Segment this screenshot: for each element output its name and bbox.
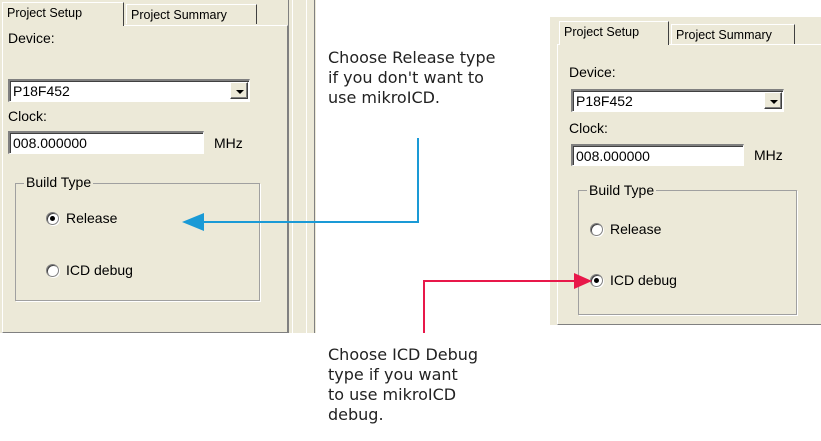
- release-arrow: [182, 138, 419, 231]
- callout-arrows: [182, 138, 592, 333]
- tab-project-setup[interactable]: Project Setup: [559, 21, 669, 45]
- icd-arrow: [423, 273, 592, 333]
- tab-project-setup[interactable]: Project Setup: [2, 2, 124, 26]
